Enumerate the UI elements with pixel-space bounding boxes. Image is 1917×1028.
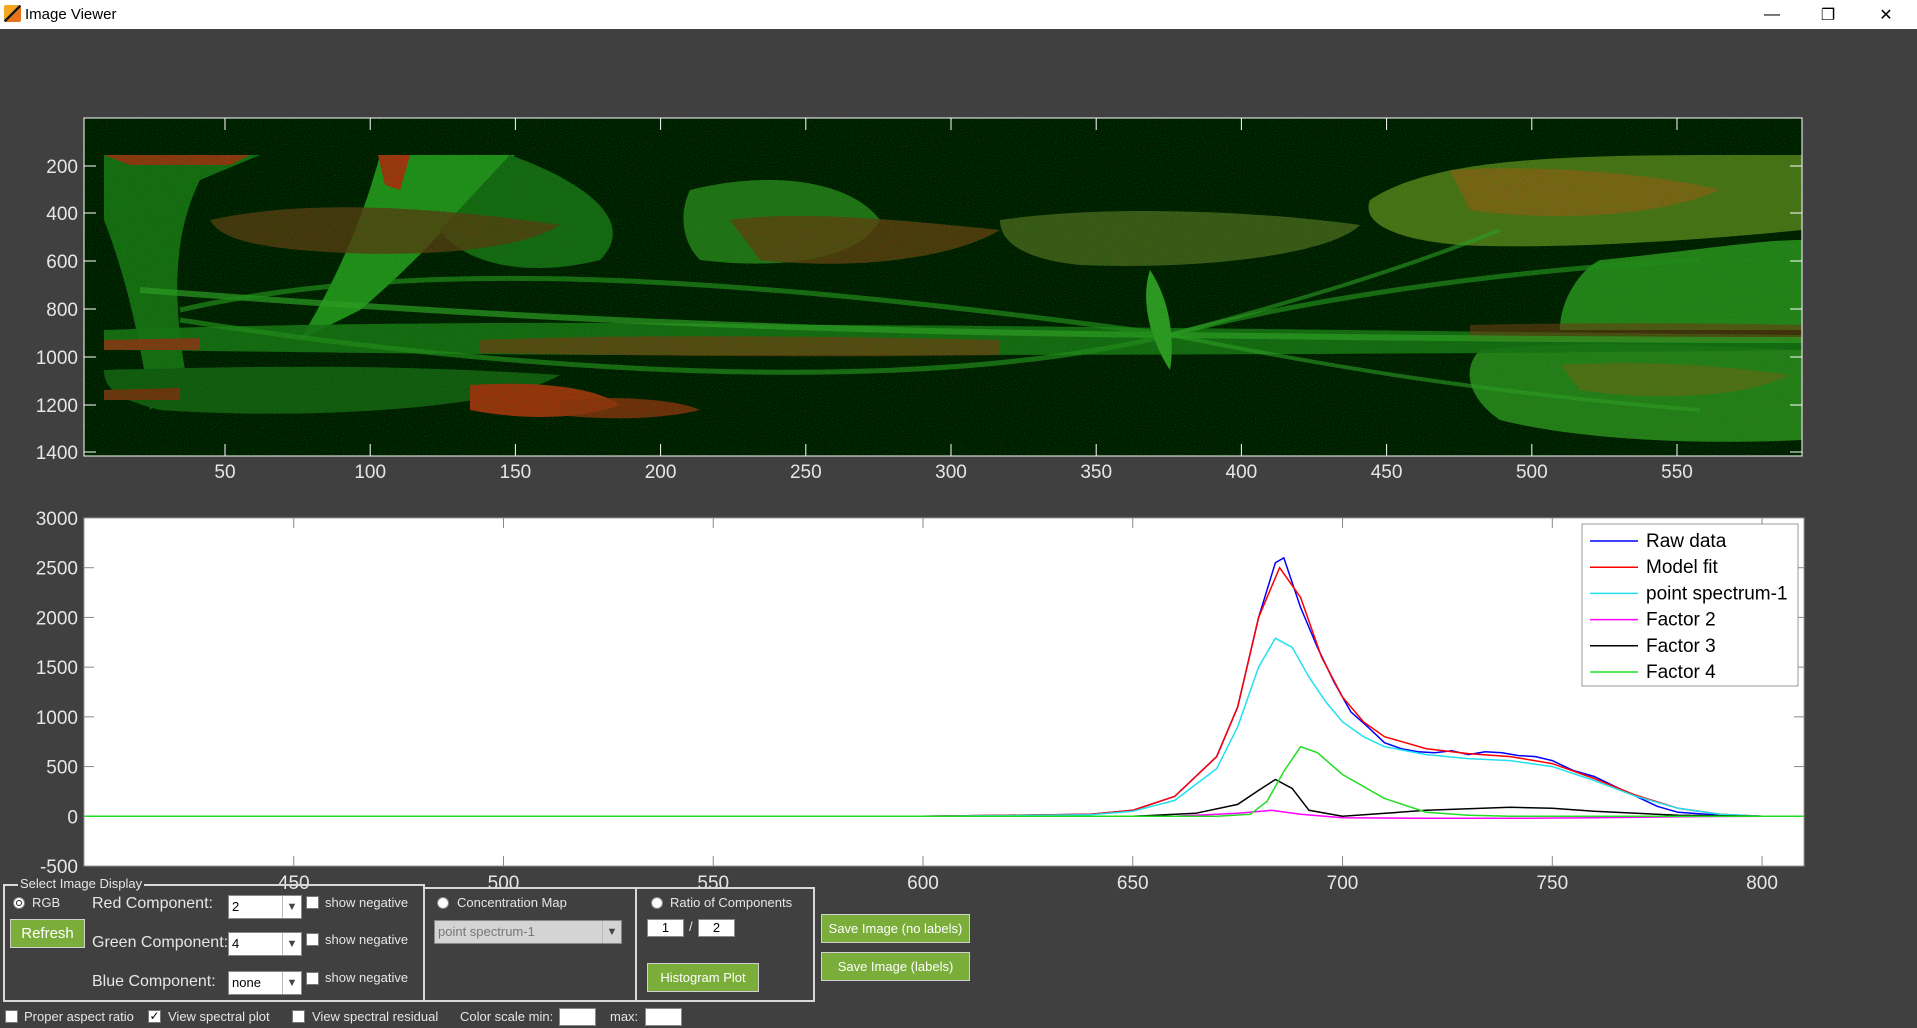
- image-y-tick-label: 400: [46, 204, 78, 225]
- legend-label: point spectrum-1: [1646, 583, 1788, 604]
- color-scale-min-input[interactable]: [559, 1008, 596, 1026]
- chevron-down-icon: ▼: [602, 921, 621, 943]
- select-image-display-label: Select Image Display: [18, 876, 145, 891]
- image-x-tick-label: 300: [935, 462, 967, 483]
- concentration-map-value: point spectrum-1: [438, 924, 535, 939]
- green-component-select[interactable]: 4 ▼: [228, 932, 302, 956]
- legend-label: Factor 3: [1646, 636, 1716, 657]
- image-x-tick-label: 100: [354, 462, 386, 483]
- image-x-tick-label: 250: [790, 462, 822, 483]
- save-image-no-labels-button[interactable]: Save Image (no labels): [821, 914, 970, 943]
- image-y-tick-label: 200: [46, 157, 78, 178]
- red-show-negative-label: show negative: [325, 895, 409, 910]
- image-x-tick-label: 550: [1661, 462, 1693, 483]
- rgb-label: RGB: [32, 895, 61, 910]
- window-title: Image Viewer: [25, 6, 117, 23]
- spectral-y-tick-label: 2000: [36, 608, 78, 629]
- ratio-denominator-input[interactable]: 2: [698, 919, 735, 937]
- close-button[interactable]: ✕: [1858, 0, 1914, 29]
- ratio-of-components-radio[interactable]: [651, 897, 663, 909]
- image-y-tick-label: 1200: [36, 396, 78, 417]
- chevron-down-icon: ▼: [282, 972, 301, 994]
- view-spectral-residual-checkbox[interactable]: [292, 1010, 305, 1023]
- proper-aspect-ratio-checkbox[interactable]: [5, 1010, 18, 1023]
- spectral-y-tick-label: 1000: [36, 708, 78, 729]
- spectral-x-tick-label: 750: [1536, 873, 1568, 890]
- blue-component-label: Blue Component:: [92, 973, 216, 990]
- ratio-separator: /: [689, 919, 693, 934]
- legend-label: Factor 4: [1646, 662, 1716, 683]
- image-x-tick-label: 450: [1371, 462, 1403, 483]
- blue-component-select[interactable]: none ▼: [228, 971, 302, 995]
- image-x-tick-label: 200: [645, 462, 677, 483]
- red-component-value: 2: [232, 899, 240, 914]
- image-y-tick-label: 600: [46, 252, 78, 273]
- image-y-tick-label: 1000: [36, 348, 78, 369]
- red-component-select[interactable]: 2 ▼: [228, 895, 302, 919]
- green-show-negative-label: show negative: [325, 932, 409, 947]
- ratio-of-components-label: Ratio of Components: [670, 895, 793, 910]
- green-show-negative-checkbox[interactable]: [306, 933, 319, 946]
- legend-label: Factor 2: [1646, 610, 1716, 631]
- spectral-y-tick-label: 500: [46, 758, 78, 779]
- color-scale-max-label: max:: [610, 1009, 639, 1024]
- green-component-value: 4: [232, 936, 240, 951]
- chevron-down-icon: ▼: [282, 933, 301, 955]
- chevron-down-icon: ▼: [282, 896, 301, 918]
- proper-aspect-ratio-label: Proper aspect ratio: [24, 1009, 134, 1024]
- spectral-x-tick-label: 800: [1746, 873, 1778, 890]
- color-scale-max-input[interactable]: [645, 1008, 682, 1026]
- concentration-map-radio[interactable]: [437, 897, 449, 909]
- image-x-tick-label: 400: [1226, 462, 1258, 483]
- spectral-y-tick-label: 3000: [36, 510, 78, 530]
- maximize-button[interactable]: ❐: [1800, 0, 1856, 29]
- spectral-x-tick-label: 650: [1117, 873, 1149, 890]
- blue-show-negative-checkbox[interactable]: [306, 972, 319, 985]
- view-spectral-plot-label: View spectral plot: [168, 1009, 270, 1024]
- green-component-label: Green Component:: [92, 934, 229, 951]
- view-spectral-residual-label: View spectral residual: [312, 1009, 439, 1024]
- red-component-label: Red Component:: [92, 895, 213, 912]
- concentration-map-select[interactable]: point spectrum-1 ▼: [434, 920, 622, 944]
- matlab-app-icon: [4, 5, 21, 22]
- spectral-x-tick-label: 600: [907, 873, 939, 890]
- save-image-labels-button[interactable]: Save Image (labels): [821, 952, 970, 981]
- spectral-y-tick-label: -500: [40, 857, 78, 878]
- image-x-tick-label: 50: [214, 462, 235, 483]
- blue-component-value: none: [232, 975, 261, 990]
- image-x-tick-label: 150: [500, 462, 532, 483]
- ratio-numerator-input[interactable]: 1: [647, 919, 684, 937]
- image-x-tick-label: 350: [1080, 462, 1112, 483]
- spectral-axes-background: [84, 518, 1804, 866]
- red-show-negative-checkbox[interactable]: [306, 896, 319, 909]
- minimize-button[interactable]: —: [1744, 0, 1800, 29]
- spectral-legend[interactable]: Raw data Model fit point spectrum-1 Factor …: [1581, 523, 1799, 687]
- spectral-x-tick-label: 700: [1327, 873, 1359, 890]
- view-spectral-plot-checkbox[interactable]: ✓: [148, 1010, 161, 1023]
- refresh-button[interactable]: Refresh: [10, 919, 85, 948]
- spectral-plot[interactable]: 450 500 550 600 650 700 750 8003000250020001500…: [0, 510, 1917, 890]
- spectral-y-tick-label: 1500: [36, 658, 78, 679]
- histogram-plot-button[interactable]: Histogram Plot: [647, 963, 759, 992]
- fluorescence-image: [84, 118, 1802, 456]
- image-y-tick-label: 1400: [36, 443, 78, 464]
- color-scale-min-label: Color scale min:: [460, 1009, 554, 1024]
- image-x-tick-label: 500: [1516, 462, 1548, 483]
- legend-label: Raw data: [1646, 531, 1727, 552]
- concentration-map-label: Concentration Map: [457, 895, 567, 910]
- legend-label: Model fit: [1646, 557, 1719, 578]
- image-plot[interactable]: 200 400 600 800 1000 1200 1400 50 100 150 200 250 3…: [0, 110, 1917, 485]
- spectral-y-tick-label: 2500: [36, 559, 78, 580]
- spectral-y-tick-label: 0: [67, 807, 78, 828]
- title-bar: Image Viewer — ❐ ✕: [0, 0, 1917, 29]
- blue-show-negative-label: show negative: [325, 970, 409, 985]
- rgb-radio[interactable]: [13, 897, 25, 909]
- image-y-tick-label: 800: [46, 300, 78, 321]
